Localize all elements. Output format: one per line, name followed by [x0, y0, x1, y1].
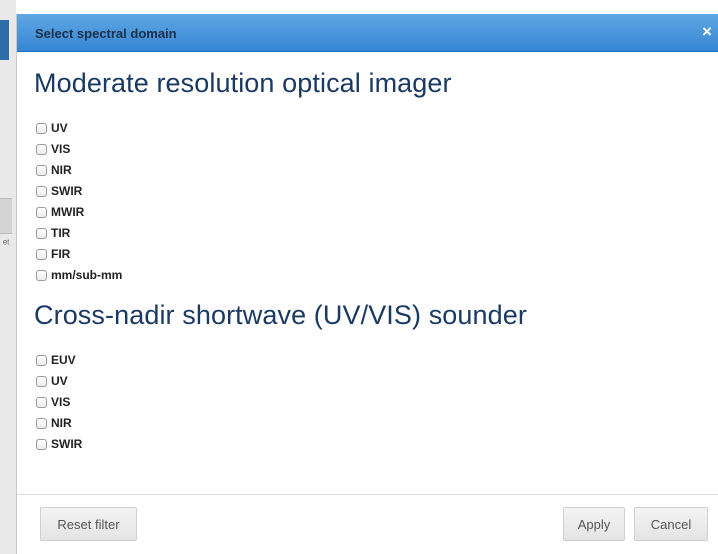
section-title-imager: Moderate resolution optical imager	[34, 68, 452, 98]
background-page	[0, 0, 16, 554]
option-label: UV	[51, 121, 68, 135]
checkbox[interactable]	[36, 143, 47, 155]
option-imager-swir[interactable]: SWIR	[36, 182, 82, 200]
footer-divider	[17, 494, 718, 495]
option-label: mm/sub-mm	[51, 268, 123, 282]
dialog-title: Select spectral domain	[35, 26, 177, 41]
option-label: TIR	[51, 226, 71, 240]
option-label: FIR	[51, 247, 71, 261]
checkbox[interactable]	[36, 438, 47, 450]
spectral-domain-dialog: Select spectral domain × Moderate resolu…	[16, 14, 718, 554]
option-sounder-swir[interactable]: SWIR	[36, 435, 82, 453]
option-label: SWIR	[51, 437, 83, 451]
option-label: UV	[51, 374, 68, 388]
option-label: MWIR	[51, 205, 85, 219]
option-label: NIR	[51, 163, 72, 177]
cancel-button[interactable]: Cancel	[634, 507, 708, 541]
option-sounder-nir[interactable]: NIR	[36, 414, 72, 432]
checkbox[interactable]	[36, 227, 47, 239]
checkbox[interactable]	[36, 248, 47, 260]
close-icon[interactable]: ×	[698, 22, 716, 42]
apply-button[interactable]: Apply	[563, 507, 625, 541]
checkbox[interactable]	[36, 375, 47, 387]
option-sounder-vis[interactable]: VIS	[36, 393, 70, 411]
background-panel	[0, 198, 12, 234]
option-imager-nir[interactable]: NIR	[36, 161, 72, 179]
option-label: VIS	[51, 142, 71, 156]
background-text: ᵉᵗ	[3, 238, 10, 250]
option-imager-fir[interactable]: FIR	[36, 245, 70, 263]
option-label: SWIR	[51, 184, 83, 198]
option-imager-vis[interactable]: VIS	[36, 140, 70, 158]
option-sounder-uv[interactable]: UV	[36, 372, 68, 390]
option-label: VIS	[51, 395, 71, 409]
section-title-sounder: Cross-nadir shortwave (UV/VIS) sounder	[34, 300, 527, 330]
option-imager-mm-sub-mm[interactable]: mm/sub-mm	[36, 266, 122, 284]
option-label: EUV	[51, 353, 76, 367]
checkbox[interactable]	[36, 354, 47, 366]
option-label: NIR	[51, 416, 72, 430]
reset-filter-button[interactable]: Reset filter	[40, 507, 137, 541]
checkbox[interactable]	[36, 269, 47, 281]
background-tab	[0, 20, 9, 60]
checkbox[interactable]	[36, 396, 47, 408]
checkbox[interactable]	[36, 164, 47, 176]
checkbox[interactable]	[36, 417, 47, 429]
checkbox[interactable]	[36, 185, 47, 197]
option-imager-uv[interactable]: UV	[36, 119, 68, 137]
checkbox[interactable]	[36, 122, 47, 134]
dialog-titlebar: Select spectral domain ×	[17, 14, 718, 52]
checkbox[interactable]	[36, 206, 47, 218]
option-imager-tir[interactable]: TIR	[36, 224, 70, 242]
option-sounder-euv[interactable]: EUV	[36, 351, 76, 369]
option-imager-mwir[interactable]: MWIR	[36, 203, 84, 221]
